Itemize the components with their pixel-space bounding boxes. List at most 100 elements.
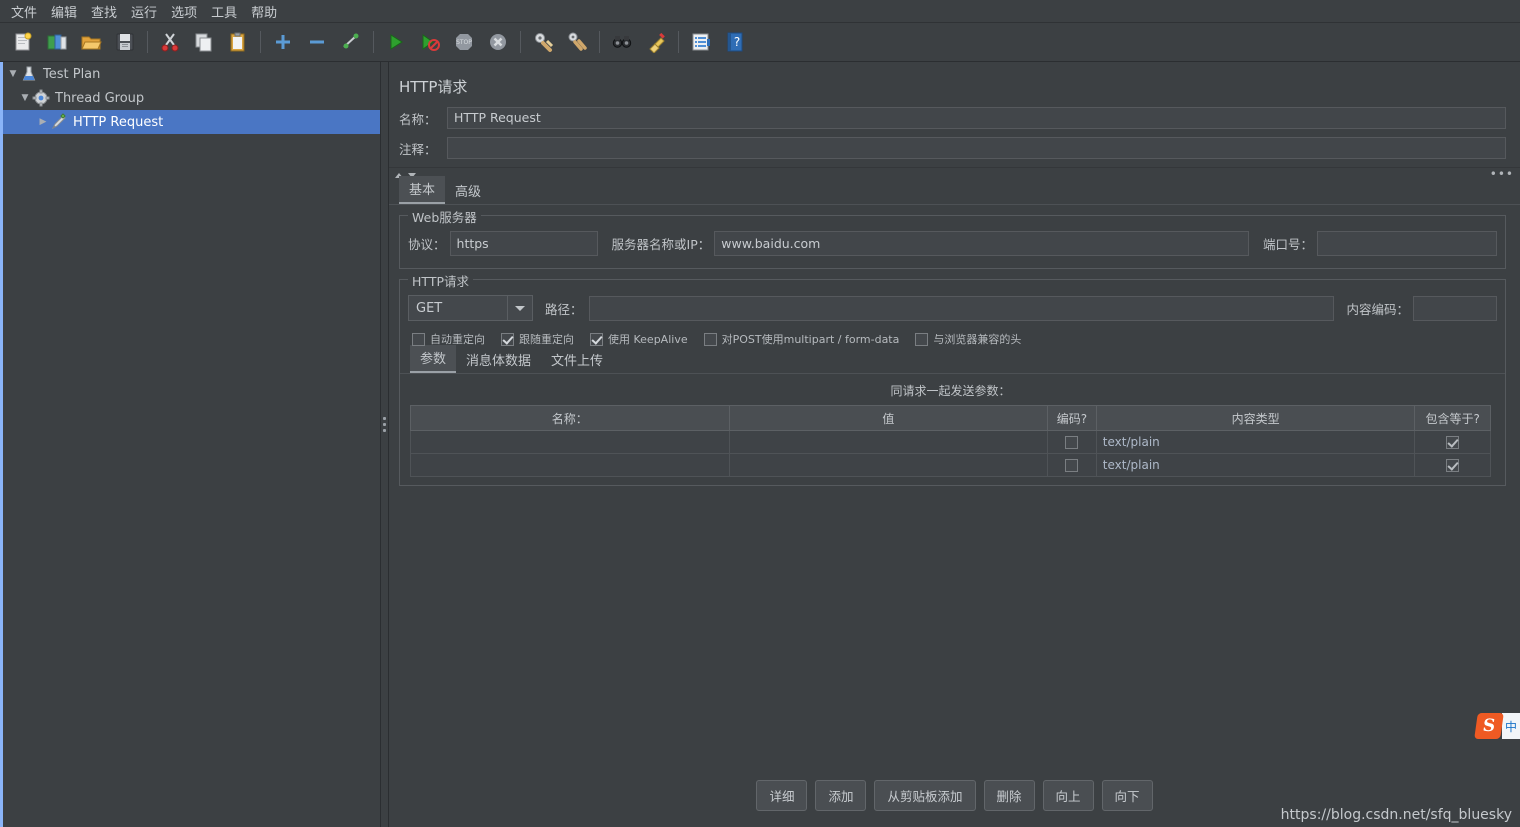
cut-icon[interactable] (153, 25, 187, 59)
save-icon[interactable] (108, 25, 142, 59)
tab-file-upload[interactable]: 文件上传 (541, 347, 613, 373)
port-label: 端口号： (1262, 237, 1313, 252)
name-input[interactable] (447, 107, 1506, 129)
copy-icon[interactable] (187, 25, 221, 59)
tab-parameters[interactable]: 参数 (410, 345, 457, 373)
toggle-icon[interactable] (334, 25, 368, 59)
menu-item-edit[interactable]: 编辑 (44, 0, 84, 23)
cell-name[interactable] (410, 430, 730, 454)
server-label: 服务器名称或IP： (611, 237, 711, 252)
content-encoding-input[interactable] (1413, 295, 1497, 321)
cell-value[interactable] (728, 430, 1049, 454)
help-icon[interactable]: ? (718, 25, 752, 59)
checkbox-box[interactable] (501, 332, 514, 346)
checkbox-use-keepalive[interactable]: 使用 KeepAlive (590, 331, 688, 347)
menu-item-run[interactable]: 运行 (124, 0, 164, 23)
move-up-button[interactable]: 向上 (1042, 780, 1094, 811)
start-icon[interactable] (379, 25, 413, 59)
parameters-table[interactable]: 名称： 值 编码? 内容类型 包含等于? text/plain text/pla… (410, 405, 1491, 477)
checkbox-box[interactable] (590, 332, 603, 346)
add-button[interactable]: 添加 (815, 780, 867, 811)
add-from-clipboard-button[interactable]: 从剪贴板添加 (874, 780, 976, 811)
table-row[interactable]: text/plain (410, 453, 1491, 477)
ime-mode-indicator[interactable]: 中 (1502, 713, 1520, 739)
checkbox-label: 对POST使用multipart / form-data (721, 333, 900, 346)
toolbar-separator-6 (678, 31, 679, 53)
cell-content-type[interactable]: text/plain (1095, 453, 1416, 477)
paste-icon[interactable] (221, 25, 255, 59)
shutdown-icon[interactable] (481, 25, 515, 59)
menu-bar: 文件 编辑 查找 运行 选项 工具 帮助 (0, 0, 1520, 23)
tab-basic[interactable]: 基本 (399, 176, 446, 204)
chevron-right-icon[interactable]: ▶ (36, 117, 50, 127)
checkbox-box[interactable] (915, 332, 929, 346)
cell-name[interactable] (410, 453, 730, 477)
menu-item-tools[interactable]: 工具 (204, 0, 244, 23)
method-select[interactable]: GET (408, 295, 533, 321)
path-input[interactable] (588, 295, 1335, 321)
expand-all-icon[interactable] (266, 25, 300, 59)
test-plan-tree[interactable]: ▼ Test Plan ▼ Thread Group ▶ HTTP Reques… (0, 62, 381, 827)
http-request-icon (50, 113, 68, 131)
column-header-content-type[interactable]: 内容类型 (1095, 405, 1416, 431)
table-row[interactable]: text/plain (410, 430, 1491, 454)
search-icon[interactable] (605, 25, 639, 59)
tab-advanced[interactable]: 高级 (445, 178, 491, 204)
cell-encode[interactable] (1047, 453, 1097, 477)
encode-checkbox[interactable] (1065, 436, 1079, 449)
sogou-ime-widget[interactable]: S 中 (1474, 711, 1520, 741)
checkbox-box[interactable] (703, 332, 717, 346)
column-header-encode[interactable]: 编码? (1047, 405, 1097, 431)
tab-body-data[interactable]: 消息体数据 (456, 347, 541, 373)
new-icon[interactable] (6, 25, 40, 59)
more-options-icon[interactable]: ••• (1490, 168, 1514, 180)
cell-content-type[interactable]: text/plain (1095, 430, 1416, 454)
checkbox-box[interactable] (412, 332, 425, 346)
cell-value[interactable] (728, 453, 1049, 477)
open-icon[interactable] (74, 25, 108, 59)
collapse-all-icon[interactable] (300, 25, 334, 59)
menu-item-options[interactable]: 选项 (164, 0, 204, 23)
cell-include-equals[interactable] (1414, 453, 1491, 477)
clear-all-icon[interactable] (560, 25, 594, 59)
column-header-value[interactable]: 值 (728, 405, 1049, 431)
table-header-row: 名称： 值 编码? 内容类型 包含等于? (410, 405, 1491, 431)
clear-icon[interactable] (526, 25, 560, 59)
http-request-panel: HTTP请求 名称： 注释： ••• 基本 高级 Web服务器 协议： (389, 62, 1520, 827)
tree-node-http-request[interactable]: ▶ HTTP Request (0, 62, 380, 827)
encode-checkbox[interactable] (1065, 459, 1079, 472)
chevron-down-icon[interactable]: ▼ (6, 69, 20, 79)
chevron-down-icon[interactable]: ▼ (18, 93, 32, 103)
start-no-pauses-icon[interactable] (413, 25, 447, 59)
test-plan-icon (20, 65, 38, 83)
cell-include-equals[interactable] (1414, 430, 1491, 454)
reset-search-icon[interactable] (639, 25, 673, 59)
split-pane-divider[interactable] (381, 62, 389, 827)
server-input[interactable] (714, 231, 1249, 256)
menu-item-search[interactable]: 查找 (84, 0, 124, 23)
include-equals-checkbox[interactable] (1446, 459, 1460, 472)
cell-encode[interactable] (1047, 430, 1097, 454)
stop-icon[interactable]: STOP (447, 25, 481, 59)
protocol-input[interactable] (449, 231, 598, 256)
checkbox-multipart-form-data[interactable]: 对POST使用multipart / form-data (703, 331, 900, 347)
checkbox-follow-redirect[interactable]: 跟随重定向 (501, 331, 574, 347)
move-down-button[interactable]: 向下 (1101, 780, 1153, 811)
detail-button[interactable]: 详细 (756, 780, 808, 811)
tree-node-thread-group[interactable]: ▼ Thread Group (0, 86, 380, 110)
column-header-include-equals[interactable]: 包含等于? (1414, 405, 1491, 431)
column-header-name[interactable]: 名称： (410, 405, 730, 431)
menu-item-help[interactable]: 帮助 (244, 0, 284, 23)
tree-node-test-plan[interactable]: ▼ Test Plan (0, 62, 380, 86)
function-helper-icon[interactable] (684, 25, 718, 59)
include-equals-checkbox[interactable] (1446, 436, 1460, 449)
menu-item-file[interactable]: 文件 (4, 0, 44, 23)
group-top-border (400, 215, 1505, 216)
port-input[interactable] (1317, 231, 1497, 256)
comment-input[interactable] (447, 137, 1506, 159)
delete-button[interactable]: 删除 (983, 780, 1035, 811)
checkbox-browser-compatible-headers[interactable]: 与浏览器兼容的头 (915, 331, 1021, 347)
chevron-down-icon[interactable] (507, 296, 532, 320)
templates-icon[interactable] (40, 25, 74, 59)
panel-collapse-strip[interactable]: ••• (389, 167, 1520, 180)
